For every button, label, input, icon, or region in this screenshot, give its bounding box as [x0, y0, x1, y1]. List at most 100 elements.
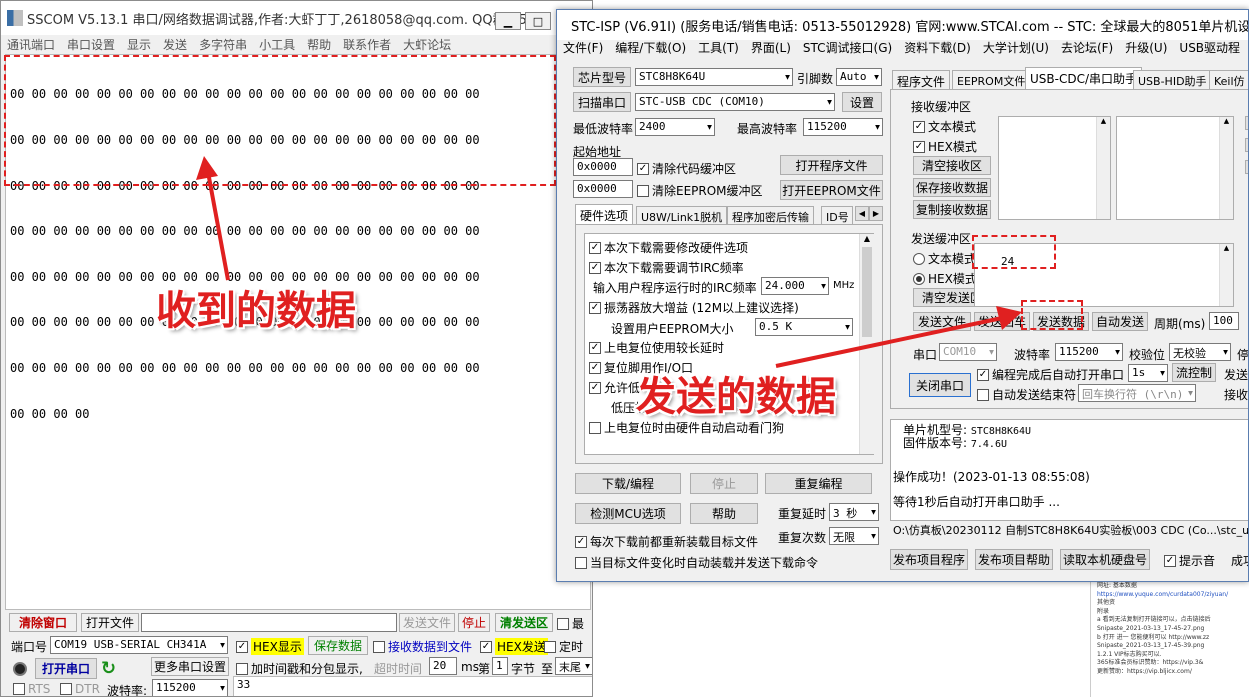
scan-port-button[interactable]: 扫描串口	[573, 92, 631, 112]
tab-u8w-offline[interactable]: U8W/Link1脱机	[636, 206, 728, 224]
eeprom-address-input[interactable]: 0x0000	[573, 180, 633, 198]
recv-to-file-checkbox[interactable]: 接收数据到文件	[373, 638, 472, 655]
checkbox-box[interactable]: ✓	[589, 241, 601, 254]
checkbox-box[interactable]	[236, 662, 248, 675]
read-disk-id-button[interactable]: 读取本机硬盘号	[1060, 549, 1150, 570]
timed-send-checkbox[interactable]: 定时	[544, 638, 583, 655]
refresh-icon[interactable]: ↻	[101, 658, 116, 679]
option-modify-hardware[interactable]: ✓ 本次下载需要修改硬件选项	[589, 239, 748, 256]
clear-code-buffer-checkbox[interactable]: ✓ 清除代码缓冲区	[637, 160, 736, 177]
sscom-menu-item[interactable]: 串口设置	[61, 36, 121, 53]
repeat-program-button[interactable]: 重复编程	[765, 473, 872, 494]
tab-hardware-options[interactable]: 硬件选项	[575, 204, 634, 224]
sscom-menu-item[interactable]: 大虾论坛	[397, 36, 457, 53]
checkbox-box[interactable]	[977, 388, 989, 401]
tab-usb-hid[interactable]: USB-HID助手	[1133, 70, 1212, 89]
irc-frequency-select[interactable]: 24.000 ▼	[761, 277, 829, 295]
send-text-mode-radio[interactable]: 文本模式	[913, 250, 976, 267]
tab-usb-cdc-serial[interactable]: USB-CDC/串口助手	[1025, 67, 1143, 89]
sscom-menu-item[interactable]: 帮助	[301, 36, 337, 53]
copy-recv-button[interactable]: 复制接收数据	[913, 200, 991, 219]
checkbox-box[interactable]: ✓	[236, 640, 248, 653]
chip-model-select[interactable]: STC8H8K64U ▼	[635, 68, 793, 86]
port-select[interactable]: COM19 USB-SERIAL CH341A ▼	[50, 636, 228, 654]
settings-button[interactable]: 设置	[842, 92, 882, 112]
hex-display-checkbox[interactable]: ✓ HEX显示	[236, 638, 304, 655]
baud-select[interactable]: 115200 ▼	[1055, 343, 1123, 361]
sscom-menu-item[interactable]: 多字符串	[193, 36, 253, 53]
publish-help-button[interactable]: 发布项目帮助	[975, 549, 1053, 570]
recv-text-area[interactable]: ▲	[998, 116, 1111, 220]
stcisp-menu-item[interactable]: 文件(F)	[557, 39, 609, 56]
publish-program-button[interactable]: 发布项目程序	[890, 549, 968, 570]
timeout-input[interactable]: 20	[429, 657, 457, 675]
checkbox-box[interactable]	[373, 640, 385, 653]
send-text-scrollbar[interactable]: ▲	[1219, 244, 1233, 306]
dtr-checkbox[interactable]: DTR	[60, 682, 100, 696]
option-allow-low[interactable]: ✓ 允许低	[589, 379, 640, 396]
tab-id-number[interactable]: ID号	[821, 206, 853, 224]
clear-window-button[interactable]: 清除窗口	[9, 613, 77, 632]
prompt-sound-checkbox[interactable]: ✓ 提示音	[1164, 552, 1215, 569]
option-long-reset-delay[interactable]: ✓ 上电复位使用较长延时	[589, 339, 724, 356]
open-file-button[interactable]: 打开文件	[81, 613, 139, 632]
sscom-menu-item[interactable]: 通讯端口	[1, 36, 61, 53]
rts-checkbox[interactable]: RTS	[13, 682, 50, 696]
checkbox-box[interactable]: ✓	[589, 381, 601, 394]
nth-input[interactable]: 1	[492, 657, 508, 675]
tab-program-file[interactable]: 程序文件	[892, 70, 951, 89]
stcisp-menu-item[interactable]: 界面(L)	[745, 39, 797, 56]
radio-circle[interactable]	[913, 252, 925, 265]
port-select[interactable]: STC-USB CDC (COM10) ▼	[635, 93, 835, 111]
checkbox-box[interactable]: ✓	[1164, 554, 1176, 567]
side-partial-button[interactable]	[1245, 138, 1248, 152]
recv-text-mode-checkbox[interactable]: ✓ 文本模式	[913, 118, 976, 135]
send-hex-mode-radio[interactable]: HEX模式	[913, 270, 977, 287]
scroll-up-icon[interactable]: ▲	[860, 234, 874, 243]
clear-recv-button[interactable]: 清空接收区	[913, 156, 991, 175]
stcisp-menu-item[interactable]: 工具(T)	[692, 39, 745, 56]
stcisp-menu-item[interactable]: STC调试接口(G)	[797, 39, 898, 56]
open-program-file-button[interactable]: 打开程序文件	[780, 155, 883, 175]
pins-select[interactable]: Auto ▼	[836, 68, 882, 86]
side-partial-button[interactable]	[1245, 116, 1248, 130]
radio-circle[interactable]	[913, 272, 925, 285]
checkbox-box[interactable]	[589, 421, 601, 434]
stop-download-button[interactable]: 停止	[690, 473, 758, 494]
scroll-up-icon[interactable]: ▲	[1220, 117, 1233, 125]
checkbox-box[interactable]: ✓	[575, 535, 587, 548]
repeat-delay-select[interactable]: 3 秒 ▼	[829, 503, 879, 521]
file-path-input[interactable]	[141, 613, 397, 632]
stcisp-menu-item[interactable]: 去论坛(F)	[1055, 39, 1119, 56]
timestamp-checkbox[interactable]: 加时间戳和分包显示,	[236, 660, 363, 677]
stcisp-menu-item[interactable]: 编程/下载(O)	[609, 39, 692, 56]
auto-send-end-checkbox[interactable]: 自动发送结束符	[977, 386, 1076, 403]
clear-eeprom-buffer-checkbox[interactable]: 清除EEPROM缓冲区	[637, 182, 763, 199]
recv-hex-mode-checkbox[interactable]: ✓ HEX模式	[913, 138, 977, 155]
reload-before-download-checkbox[interactable]: ✓ 每次下载前都重新装载目标文件	[575, 533, 758, 550]
period-input[interactable]: 100	[1209, 312, 1239, 330]
tab-scroll-left[interactable]: ◀	[855, 206, 869, 221]
to-select[interactable]: 末尾 ▼	[555, 657, 592, 675]
hex-send-checkbox[interactable]: ✓ HEX发送	[480, 638, 548, 655]
more-port-settings-button[interactable]: 更多串口设置	[151, 657, 229, 676]
open-delay-select[interactable]: 1s ▼	[1128, 364, 1168, 382]
recv-text-scrollbar[interactable]: ▲	[1096, 117, 1110, 219]
checkbox-box[interactable]: ✓	[913, 140, 925, 153]
open-eeprom-file-button[interactable]: 打开EEPROM文件	[780, 180, 883, 200]
sscom-maximize-button[interactable]: □	[525, 12, 551, 30]
last-checkbox[interactable]: 最	[557, 615, 584, 632]
tab-scroll-right[interactable]: ▶	[869, 206, 883, 221]
open-port-button[interactable]: 打开串口	[35, 658, 97, 679]
checkbox-box[interactable]: ✓	[637, 162, 649, 175]
tab-eeprom-file[interactable]: EEPROM文件	[952, 70, 1031, 89]
scroll-up-icon[interactable]: ▲	[1097, 117, 1110, 125]
stcisp-menu-item[interactable]: 升级(U)	[1119, 39, 1173, 56]
sscom-menu-item[interactable]: 小工具	[253, 36, 301, 53]
code-address-input[interactable]: 0x0000	[573, 158, 633, 176]
auto-send-button[interactable]: 自动发送	[1092, 312, 1148, 331]
save-recv-button[interactable]: 保存接收数据	[913, 178, 991, 197]
checkbox-box[interactable]	[637, 184, 649, 197]
stcisp-menu-item[interactable]: 资料下载(D)	[898, 39, 977, 56]
help-button[interactable]: 帮助	[690, 503, 758, 524]
